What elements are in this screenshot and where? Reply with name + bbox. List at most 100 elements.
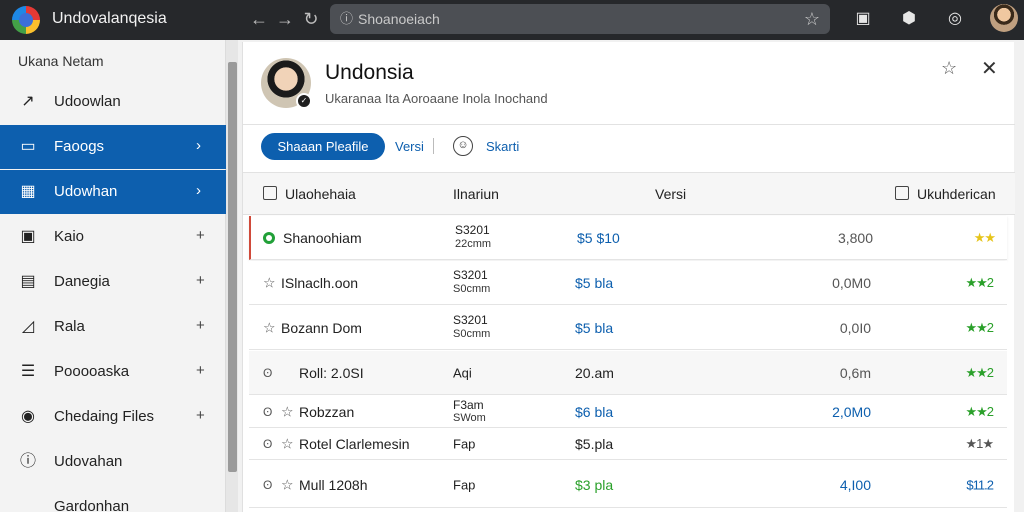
row-version: 3,800 — [837, 229, 873, 246]
table-row[interactable]: Shanoohiam S3201 22cmm $5 $10 3,800 ★★ — [249, 216, 1007, 260]
row-code: Aqi — [453, 365, 472, 380]
document-icon: ▤ — [20, 273, 36, 290]
calendar-icon: ▣ — [20, 228, 36, 245]
column-header[interactable]: Ilnariun — [453, 186, 499, 202]
radio-icon[interactable]: ʘ — [263, 405, 272, 419]
chart-icon: ◿ — [21, 318, 35, 335]
chevron-right-icon[interactable]: › — [196, 182, 201, 199]
row-price: $5 $10 — [577, 229, 620, 246]
table-row[interactable]: ʘ ☆ Mull 1208h Fap $3 pla 4,I00 $11.2 — [249, 462, 1007, 508]
extension-icon[interactable]: ⬢ — [899, 9, 919, 29]
row-code: S3201 — [453, 268, 488, 282]
table-row[interactable]: ☆ ISlnaclh.oon S3201 S0cmm $5 bla 0,0M0 ★★2 — [249, 261, 1007, 305]
row-price: $5 bla — [575, 319, 614, 336]
sidebar-item[interactable]: ◿ Rala + — [0, 305, 226, 349]
row-price: 20.am — [575, 364, 614, 381]
plus-icon[interactable]: + — [196, 317, 205, 334]
skarti-link[interactable]: Skarti — [486, 139, 519, 154]
primary-action-button[interactable]: Shaaan Pleafile — [261, 133, 385, 160]
row-name: Rotel Clarlemesin — [299, 435, 410, 452]
plus-icon[interactable]: + — [196, 227, 205, 244]
row-subcode: 22cmm — [455, 238, 492, 250]
table-row[interactable]: ʘ Roll: 2.0SI Aqi 20.am 0,6m ★★2 — [249, 351, 1007, 395]
row-name: Roll: 2.0SI — [299, 364, 364, 381]
row-code: S3201 — [453, 313, 488, 327]
sidebar-item-label: Pooooaska — [54, 363, 130, 380]
avatar[interactable] — [990, 4, 1018, 32]
star-outline-icon[interactable]: ☆ — [804, 7, 820, 31]
plus-icon[interactable]: + — [196, 272, 205, 289]
account-circle-icon[interactable]: ◎ — [945, 9, 965, 29]
address-text: Shoanoeiach — [358, 11, 440, 27]
column-header[interactable]: Ukuhderican — [917, 186, 996, 202]
address-bar[interactable]: ⓘ Shoanoeiach ☆ — [330, 4, 830, 34]
row-code: S3201 — [455, 223, 490, 237]
close-icon[interactable]: ✕ — [981, 56, 998, 81]
smiley-icon[interactable]: ☺ — [453, 136, 473, 156]
sidebar-item-label: Danegia — [54, 273, 110, 290]
radio-icon[interactable]: ʘ — [263, 366, 272, 380]
row-code: Fap — [453, 436, 476, 451]
row-subcode: S0cmm — [453, 328, 491, 340]
row-price: $5.pla — [575, 435, 614, 452]
sidebar-item-label: Udoowlan — [54, 93, 121, 110]
arrow-right-icon[interactable]: → — [274, 8, 296, 30]
sidebar-item-label: Udowhan — [54, 183, 118, 200]
star-outline-icon[interactable]: ☆ — [263, 319, 276, 336]
sidebar-item[interactable]: ◉ Chedaing Files + — [0, 395, 226, 439]
row-name: ISlnaclh.oon — [281, 274, 359, 291]
row-name: Shanoohiam — [283, 229, 362, 246]
row-price: $6 bla — [575, 403, 614, 420]
row-subcode: SWom — [453, 412, 486, 424]
sidebar: Ukana Netam ↗ Udoowlan ▭ Faoogs › ▦ Udowhan › ▣ K… — [0, 40, 226, 512]
star-outline-icon[interactable]: ☆ — [281, 435, 294, 452]
plus-icon[interactable]: + — [196, 362, 205, 379]
row-version: 4,I00 — [839, 476, 871, 493]
table-row[interactable]: ʘ ☆ Rotel Clarlemesin Fap $5.pla ★1★ — [249, 428, 1007, 460]
sidebar-item[interactable]: ⓘ Udovahan — [0, 440, 226, 484]
radio-icon[interactable]: ʘ — [263, 437, 272, 451]
row-price: $3 pla — [575, 476, 614, 493]
star-outline-icon[interactable]: ☆ — [281, 403, 294, 420]
row-rating: $11.2 — [966, 477, 994, 492]
column-header[interactable]: Ulaohehaia — [285, 186, 356, 202]
arrow-left-icon[interactable]: ← — [248, 8, 270, 30]
divider — [243, 124, 1015, 125]
sidebar-item-label: Faoogs — [54, 138, 105, 155]
row-rating: ★★ — [973, 229, 996, 245]
row-version: 0,0I0 — [839, 319, 871, 336]
building-icon: ▦ — [20, 183, 36, 200]
app-logo — [12, 6, 40, 34]
star-outline-icon[interactable]: ☆ — [263, 274, 276, 291]
sidebar-header: Ukana Netam — [18, 53, 104, 69]
star-outline-icon[interactable]: ☆ — [281, 476, 294, 493]
row-code: Fap — [453, 477, 476, 492]
sidebar-item-label: Kaio — [54, 228, 85, 245]
sidebar-item[interactable]: Gardonhan — [0, 485, 226, 512]
column-header[interactable]: Versi — [655, 186, 686, 202]
chevron-right-icon[interactable]: › — [196, 137, 201, 154]
table-row[interactable]: ☆ Bozann Dom S3201 S0cmm $5 bla 0,0I0 ★★2 — [249, 306, 1007, 350]
sidebar-item[interactable]: ▦ Udowhan › — [0, 170, 226, 214]
info-icon: ⓘ — [340, 11, 354, 26]
sidebar-scroll-thumb[interactable] — [228, 62, 237, 472]
sidebar-item[interactable]: ▣ Kaio + — [0, 215, 226, 259]
reload-icon[interactable]: ↻ — [300, 8, 322, 30]
folder-icon: ▭ — [20, 138, 36, 155]
star-outline-icon[interactable]: ☆ — [941, 58, 957, 79]
sidebar-item[interactable]: ☰ Pooooaska + — [0, 350, 226, 394]
grid-icon — [895, 186, 909, 200]
save-icon[interactable]: ▣ — [853, 9, 873, 29]
sidebar-item[interactable]: ▭ Faoogs › — [0, 125, 226, 169]
sidebar-item[interactable]: ↗ Udoowlan — [0, 80, 226, 124]
verified-icon: ✓ — [296, 93, 312, 109]
sidebar-item-label: Udovahan — [54, 453, 123, 470]
versi-link[interactable]: Versi — [395, 139, 424, 154]
table-header: Ulaohehaia Ilnariun Versi Ukuhderican — [243, 173, 1015, 215]
plus-icon[interactable]: + — [196, 407, 205, 424]
sidebar-item[interactable]: ▤ Danegia + — [0, 260, 226, 304]
table-row[interactable]: ʘ ☆ Robzzan F3am SWom $6 bla 2,0M0 ★★2 — [249, 396, 1007, 428]
status-icon — [263, 231, 275, 244]
radio-icon[interactable]: ʘ — [263, 478, 272, 492]
browser-toolbar: Undovalanqesia ← → ↻ ⓘ Shoanoeiach ☆ ▣ ⬢… — [0, 0, 1024, 40]
